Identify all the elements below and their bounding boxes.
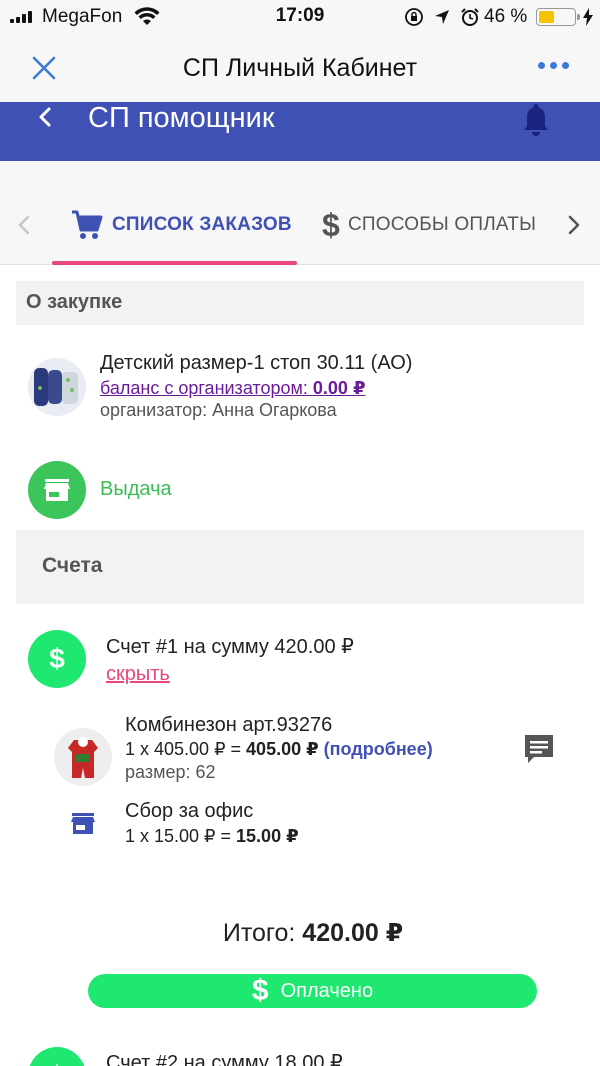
fee-price-calc: 1 x 15.00 ₽ = (125, 826, 237, 846)
item-price-calc: 1 x 405.00 ₽ = (125, 739, 247, 759)
paid-label: Оплачено (280, 979, 374, 1002)
balance-label: баланс с организатором: (100, 378, 308, 398)
fee-title: Сбор за офис (125, 800, 254, 822)
alarm-icon (461, 8, 479, 26)
bill-total: Итого: 420.00 ₽ (0, 918, 600, 948)
browser-title: СП Личный Кабинет (182, 54, 418, 82)
battery-icon (536, 8, 580, 26)
purchase-title: Детский размер-1 стоп 30.11 (АО) (100, 352, 413, 374)
fee-price-total: 15.00 ₽ (236, 826, 299, 846)
accounts-section-header: Счета (16, 530, 584, 604)
item-image (54, 728, 112, 786)
tab-label: СПОСОБЫ ОПЛАТЫ (348, 214, 537, 235)
chevron-left-icon[interactable] (36, 106, 54, 128)
purchase-image (28, 358, 86, 416)
balance-value: 0.00 ₽ (312, 378, 366, 398)
store-icon (71, 813, 95, 834)
chevron-left-icon[interactable] (16, 213, 32, 237)
tab-order-list[interactable]: СПИСОК ЗАКАЗОВ (70, 207, 292, 243)
item-price-total: 405.00 ₽ (246, 739, 319, 759)
dollar-icon: $ (322, 207, 340, 243)
fee-price: 1 x 15.00 ₽ = 15.00 ₽ (125, 826, 299, 847)
tab-payment-methods[interactable]: $ СПОСОБЫ ОПЛАТЫ (322, 207, 536, 243)
organizer-name: организатор: Анна Огаркова (100, 400, 337, 420)
bill-title: Счет #2 на сумму 18.00 ₽ (106, 1052, 343, 1066)
active-tab-indicator (52, 261, 297, 265)
total-value: 420.00 ₽ (302, 919, 404, 947)
paid-button[interactable]: $ Оплачено (88, 974, 537, 1008)
cart-icon (72, 210, 103, 239)
browser-header: СП Личный Кабинет (0, 34, 600, 102)
battery-level (539, 11, 555, 23)
organizer-balance-link[interactable]: баланс с организатором: 0.00 ₽ (100, 378, 365, 399)
hide-bill-link[interactable]: скрыть (106, 663, 170, 686)
item-size: размер: 62 (125, 762, 216, 782)
app-title: СП помощник (88, 102, 275, 134)
chevron-right-icon[interactable] (566, 213, 582, 237)
store-icon (28, 461, 86, 519)
delivery-label[interactable]: Выдача (100, 478, 172, 501)
location-icon (435, 10, 449, 24)
battery-percent: 46 % (484, 6, 528, 27)
tab-bar: СПИСОК ЗАКАЗОВ $ СПОСОБЫ ОПЛАТЫ (0, 161, 600, 265)
dollar-icon: $ (251, 974, 269, 1007)
dollar-icon: $ (28, 1047, 86, 1066)
status-bar: MegaFon 17:09 46 % (0, 0, 600, 34)
total-label: Итого: (222, 919, 303, 947)
bell-icon[interactable] (520, 102, 552, 138)
app-bar: СП помощник (0, 102, 600, 161)
item-price: 1 x 405.00 ₽ = 405.00 ₽ (подробнее) (125, 739, 433, 760)
more-icon[interactable] (538, 62, 569, 69)
bill-title: Счет #1 на сумму 420.00 ₽ (106, 636, 354, 658)
charging-icon (583, 8, 593, 26)
dollar-icon: $ (28, 630, 86, 688)
about-section-header: О закупке (16, 281, 584, 325)
item-title: Комбинезон арт.93276 (125, 714, 333, 736)
item-details-link[interactable]: (подробнее) (324, 739, 433, 759)
rotation-lock-icon (405, 8, 423, 26)
tab-label: СПИСОК ЗАКАЗОВ (112, 214, 292, 235)
comment-icon[interactable] (522, 732, 556, 766)
